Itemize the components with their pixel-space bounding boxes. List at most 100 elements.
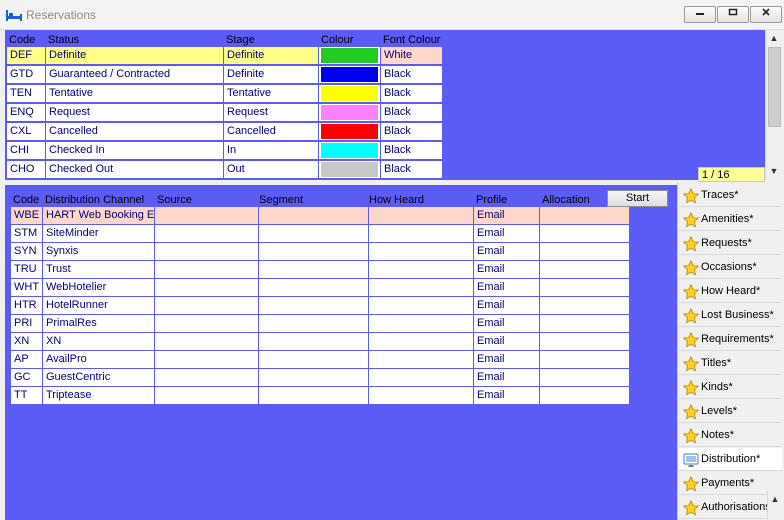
distribution-allocation-cell[interactable] xyxy=(540,279,630,296)
distribution-how-heard-cell[interactable] xyxy=(369,387,474,404)
sidebar-item-amenities[interactable]: Amenities* xyxy=(679,208,782,231)
distribution-segment-cell[interactable] xyxy=(259,333,369,350)
distribution-profile-cell[interactable]: Email xyxy=(474,387,540,404)
colour-cell[interactable] xyxy=(319,47,381,64)
sidebar-item-distribution[interactable]: Distribution* xyxy=(679,448,782,471)
distribution-how-heard-cell[interactable] xyxy=(369,279,474,296)
status-code-cell[interactable]: GTD xyxy=(7,66,46,83)
status-code-cell[interactable]: CHI xyxy=(7,142,46,159)
distribution-source-cell[interactable] xyxy=(155,279,259,296)
distribution-source-cell[interactable] xyxy=(155,333,259,350)
distribution-code-cell[interactable]: SYN xyxy=(11,243,43,260)
colour-cell[interactable] xyxy=(319,66,381,83)
status-stage-cell[interactable]: Definite xyxy=(224,66,319,83)
distribution-how-heard-cell[interactable] xyxy=(369,207,474,224)
status-font-colour-cell[interactable]: Black xyxy=(381,161,443,178)
distribution-channel-cell[interactable]: Triptease xyxy=(43,387,155,404)
distribution-how-heard-cell[interactable] xyxy=(369,261,474,278)
distribution-segment-cell[interactable] xyxy=(259,243,369,260)
distribution-how-heard-cell[interactable] xyxy=(369,369,474,386)
sidebar-item-titles[interactable]: Titles* xyxy=(679,352,782,375)
status-font-colour-cell[interactable]: Black xyxy=(381,85,443,102)
scroll-thumb[interactable] xyxy=(768,47,781,127)
status-code-cell[interactable]: CHO xyxy=(7,161,46,178)
sidebar-scroll-up-icon[interactable]: ▲ xyxy=(768,493,782,505)
distribution-how-heard-cell[interactable] xyxy=(369,297,474,314)
sidebar-item-notes[interactable]: Notes* xyxy=(679,424,782,447)
status-stage-cell[interactable]: Cancelled xyxy=(224,123,319,140)
sidebar-item-kinds[interactable]: Kinds* xyxy=(679,376,782,399)
distribution-code-cell[interactable]: TT xyxy=(11,387,43,404)
distribution-code-cell[interactable]: TRU xyxy=(11,261,43,278)
distribution-source-cell[interactable] xyxy=(155,225,259,242)
distribution-segment-cell[interactable] xyxy=(259,279,369,296)
distribution-how-heard-cell[interactable] xyxy=(369,351,474,368)
distribution-channel-cell[interactable]: SiteMinder xyxy=(43,225,155,242)
sidebar-scrollbar[interactable]: ▲ xyxy=(767,491,782,520)
distribution-allocation-cell[interactable] xyxy=(540,369,630,386)
colour-cell[interactable] xyxy=(319,142,381,159)
sidebar-item-occasions[interactable]: Occasions* xyxy=(679,256,782,279)
distribution-code-cell[interactable]: HTR xyxy=(11,297,43,314)
status-code-cell[interactable]: TEN xyxy=(7,85,46,102)
distribution-how-heard-cell[interactable] xyxy=(369,225,474,242)
close-button[interactable] xyxy=(750,6,782,23)
distribution-profile-cell[interactable]: Email xyxy=(474,315,540,332)
distribution-how-heard-cell[interactable] xyxy=(369,243,474,260)
distribution-source-cell[interactable] xyxy=(155,387,259,404)
distribution-allocation-cell[interactable] xyxy=(540,225,630,242)
distribution-channel-cell[interactable]: HART Web Booking Engine xyxy=(43,207,155,224)
status-status-cell[interactable]: Tentative xyxy=(46,85,224,102)
distribution-profile-cell[interactable]: Email xyxy=(474,351,540,368)
sidebar-item-traces[interactable]: Traces* xyxy=(679,184,782,207)
status-font-colour-cell[interactable]: Black xyxy=(381,104,443,121)
distribution-source-cell[interactable] xyxy=(155,315,259,332)
distribution-profile-cell[interactable]: Email xyxy=(474,333,540,350)
distribution-code-cell[interactable]: WHT xyxy=(11,279,43,296)
status-font-colour-cell[interactable]: White xyxy=(381,47,443,64)
distribution-how-heard-cell[interactable] xyxy=(369,315,474,332)
status-font-colour-cell[interactable]: Black xyxy=(381,123,443,140)
distribution-source-cell[interactable] xyxy=(155,243,259,260)
status-stage-cell[interactable]: Request xyxy=(224,104,319,121)
distribution-profile-cell[interactable]: Email xyxy=(474,297,540,314)
distribution-source-cell[interactable] xyxy=(155,207,259,224)
distribution-channel-cell[interactable]: WebHotelier xyxy=(43,279,155,296)
distribution-segment-cell[interactable] xyxy=(259,225,369,242)
distribution-segment-cell[interactable] xyxy=(259,315,369,332)
sidebar-item-lost-business[interactable]: Lost Business* xyxy=(679,304,782,327)
sidebar-item-levels[interactable]: Levels* xyxy=(679,400,782,423)
distribution-segment-cell[interactable] xyxy=(259,207,369,224)
status-stage-cell[interactable]: Tentative xyxy=(224,85,319,102)
status-stage-cell[interactable]: Out xyxy=(224,161,319,178)
distribution-profile-cell[interactable]: Email xyxy=(474,207,540,224)
distribution-source-cell[interactable] xyxy=(155,261,259,278)
distribution-segment-cell[interactable] xyxy=(259,297,369,314)
colour-cell[interactable] xyxy=(319,123,381,140)
distribution-channel-cell[interactable]: Trust xyxy=(43,261,155,278)
distribution-profile-cell[interactable]: Email xyxy=(474,261,540,278)
distribution-code-cell[interactable]: GC xyxy=(11,369,43,386)
distribution-allocation-cell[interactable] xyxy=(540,333,630,350)
distribution-profile-cell[interactable]: Email xyxy=(474,369,540,386)
distribution-source-cell[interactable] xyxy=(155,369,259,386)
distribution-channel-cell[interactable]: Synxis xyxy=(43,243,155,260)
status-status-cell[interactable]: Request xyxy=(46,104,224,121)
distribution-allocation-cell[interactable] xyxy=(540,387,630,404)
sidebar-item-requirements[interactable]: Requirements* xyxy=(679,328,782,351)
distribution-allocation-cell[interactable] xyxy=(540,297,630,314)
colour-cell[interactable] xyxy=(319,104,381,121)
distribution-channel-cell[interactable]: PrimalRes xyxy=(43,315,155,332)
status-status-cell[interactable]: Checked Out xyxy=(46,161,224,178)
colour-cell[interactable] xyxy=(319,85,381,102)
distribution-allocation-cell[interactable] xyxy=(540,243,630,260)
status-code-cell[interactable]: CXL xyxy=(7,123,46,140)
distribution-profile-cell[interactable]: Email xyxy=(474,225,540,242)
scroll-down-arrow-icon[interactable]: ▼ xyxy=(766,163,782,180)
distribution-code-cell[interactable]: XN xyxy=(11,333,43,350)
status-font-colour-cell[interactable]: Black xyxy=(381,142,443,159)
status-status-cell[interactable]: Guaranteed / Contracted xyxy=(46,66,224,83)
status-status-cell[interactable]: Checked In xyxy=(46,142,224,159)
distribution-channel-cell[interactable]: GuestCentric xyxy=(43,369,155,386)
distribution-code-cell[interactable]: WBE xyxy=(11,207,43,224)
